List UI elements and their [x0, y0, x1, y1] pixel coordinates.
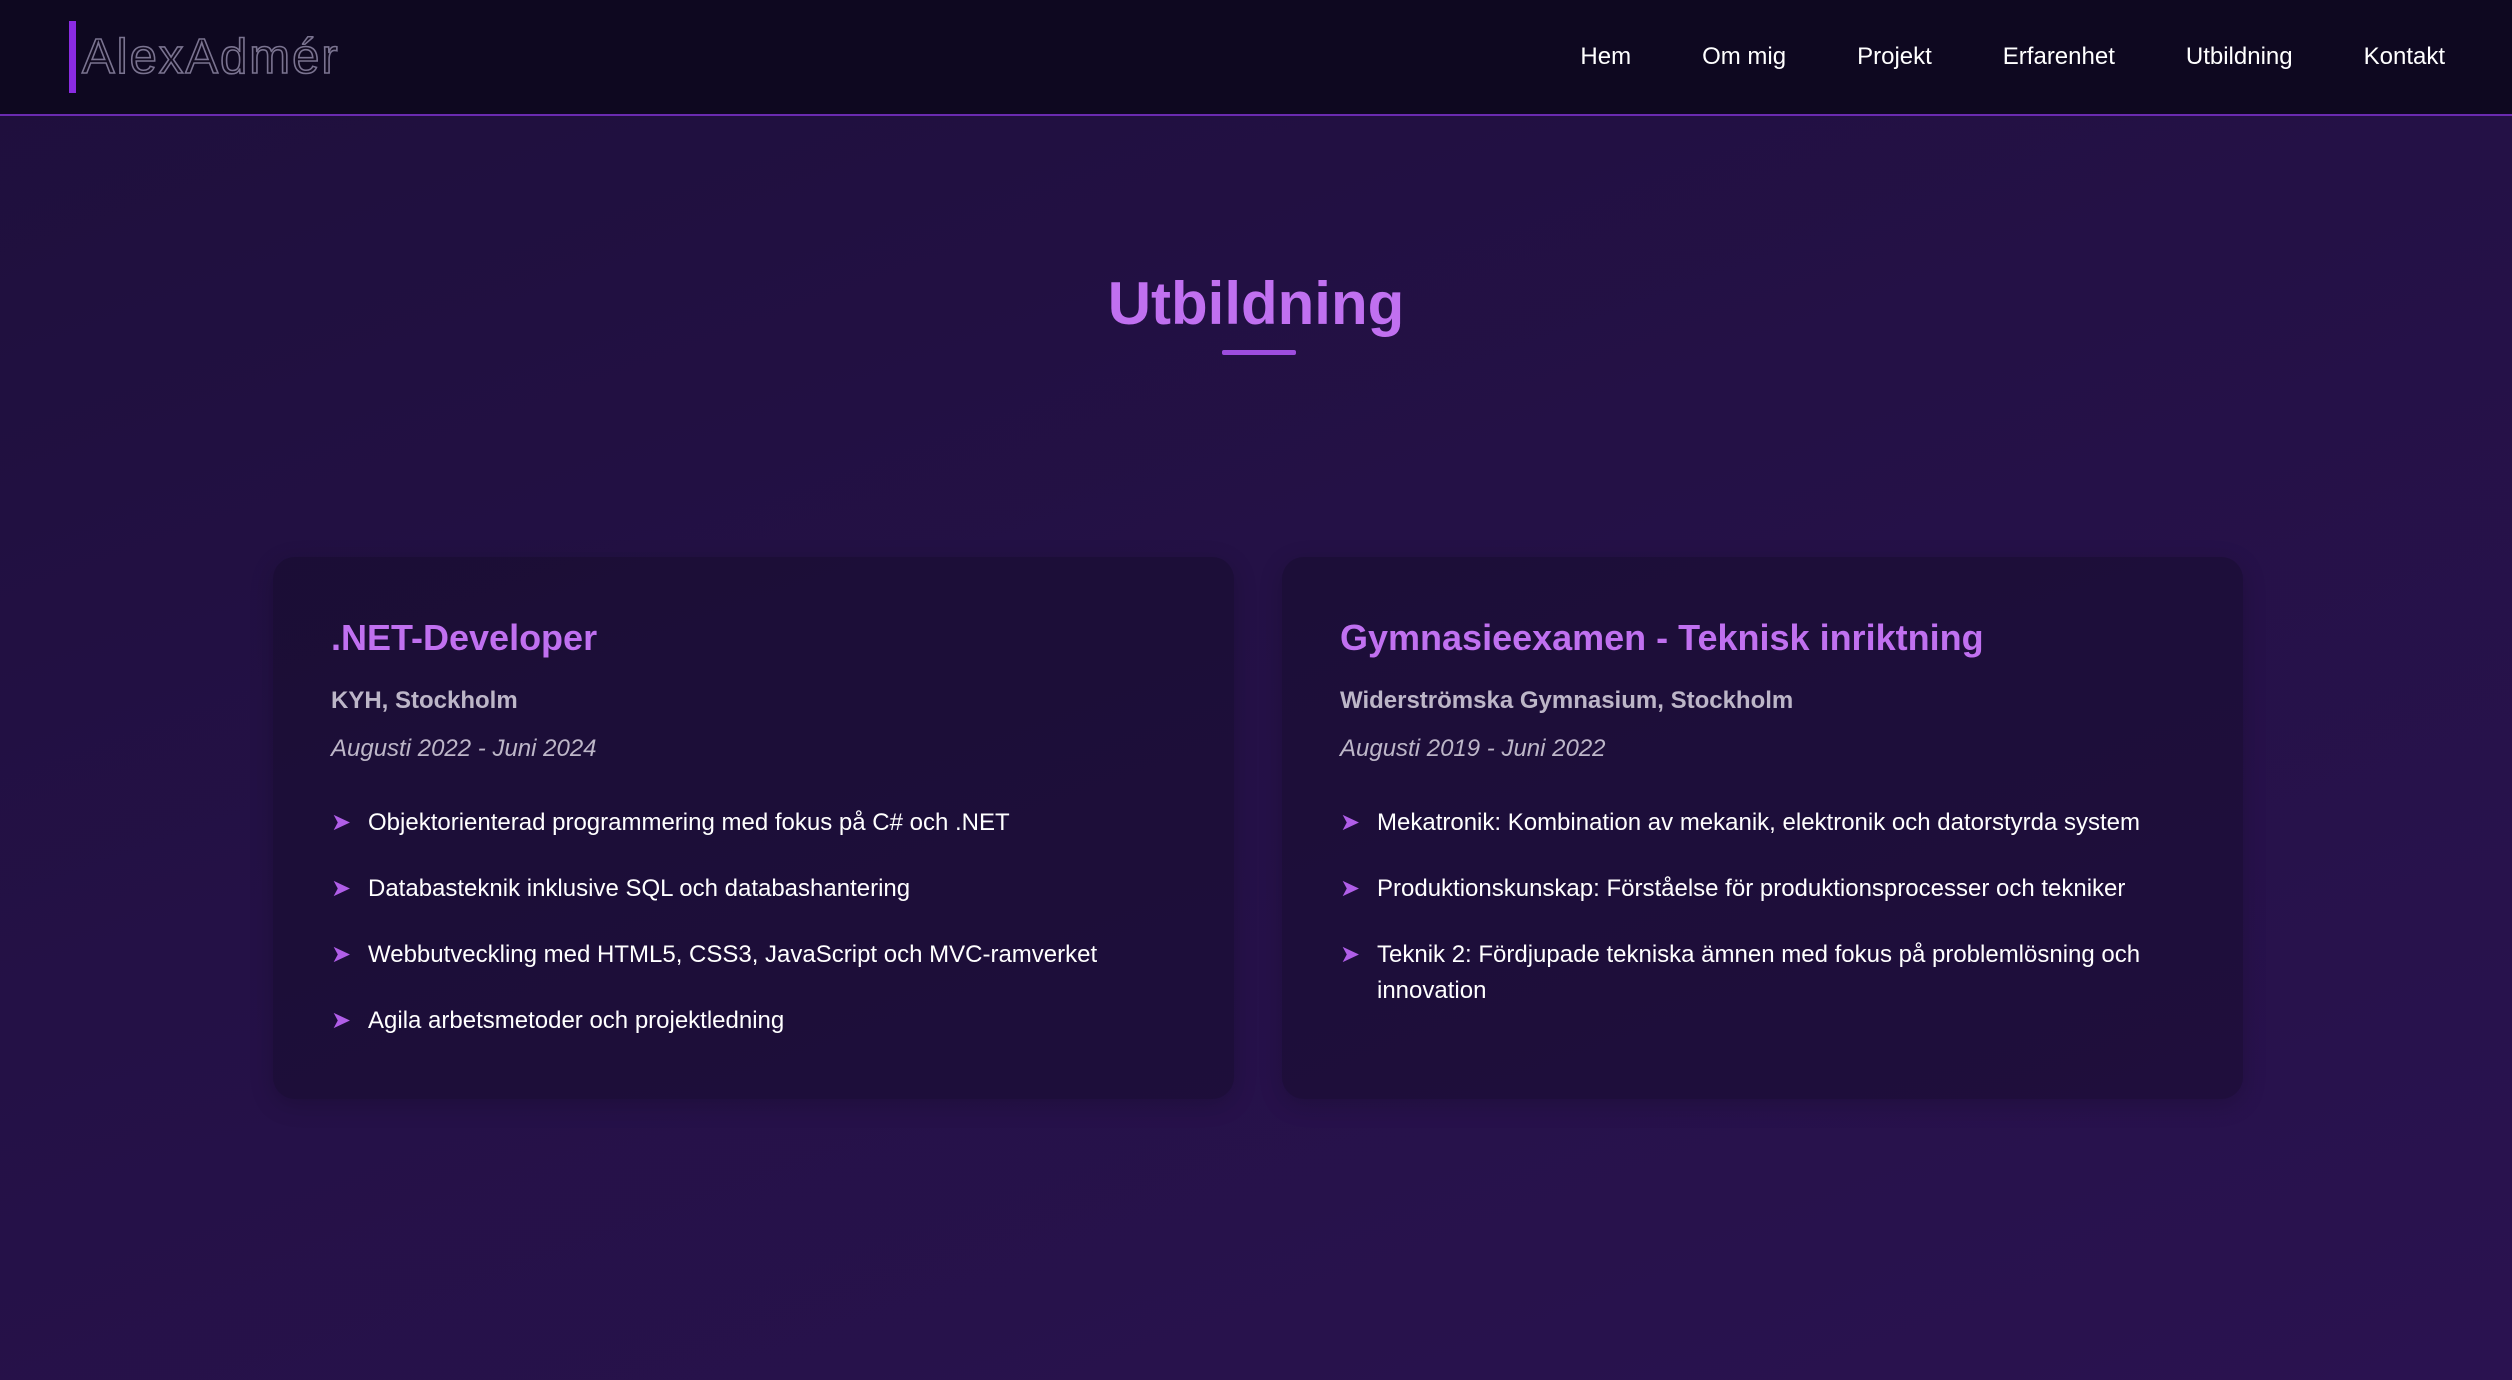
list-item-text: Teknik 2: Fördjupade tekniska ämnen med … [1377, 941, 2141, 1004]
list-item-text: Objektorienterad programmering med fokus… [368, 809, 1010, 836]
list-item-text: Mekatronik: Kombination av mekanik, elek… [1377, 809, 2140, 836]
list-item-text: Webbutveckling med HTML5, CSS3, JavaScri… [368, 941, 1098, 968]
arrow-right-icon: ➤ [331, 875, 352, 902]
logo-text: AlexAdmér [81, 29, 340, 84]
arrow-right-icon: ➤ [331, 941, 352, 968]
arrow-right-icon: ➤ [331, 1007, 352, 1034]
logo[interactable]: AlexAdmér [69, 21, 340, 93]
nav-link-om-mig[interactable]: Om mig [1702, 43, 1786, 71]
education-dates: Augusti 2019 - Juni 2022 [1340, 735, 1606, 762]
list-item: ➤ Produktionskunskap: Förståelse för pro… [1340, 871, 2185, 907]
arrow-right-icon: ➤ [1340, 809, 1361, 836]
list-item-text: Databasteknik inklusive SQL och databash… [368, 875, 911, 902]
title-underline [1222, 350, 1296, 355]
section-title: Utbildning [1107, 270, 1405, 337]
nav-link-kontakt[interactable]: Kontakt [2364, 43, 2445, 71]
education-list: ➤ Objektorienterad programmering med fok… [331, 805, 1176, 1039]
education-school: KYH, Stockholm [331, 687, 518, 714]
main-nav: Hem Om mig Projekt Erfarenhet Utbildning… [1580, 43, 2445, 71]
education-card: Gymnasieexamen - Teknisk inriktning Wide… [1282, 557, 2243, 1099]
list-item: ➤ Mekatronik: Kombination av mekanik, el… [1340, 805, 2185, 841]
list-item-text: Produktionskunskap: Förståelse för produ… [1377, 875, 2126, 902]
education-title: Gymnasieexamen - Teknisk inriktning [1340, 617, 1984, 658]
nav-link-utbildning[interactable]: Utbildning [2186, 43, 2293, 71]
arrow-right-icon: ➤ [331, 809, 352, 836]
list-item: ➤ Webbutveckling med HTML5, CSS3, JavaSc… [331, 937, 1176, 973]
education-card: .NET-Developer KYH, Stockholm Augusti 20… [273, 557, 1234, 1099]
nav-link-erfarenhet[interactable]: Erfarenhet [2003, 43, 2115, 71]
arrow-right-icon: ➤ [1340, 941, 1361, 968]
nav-link-projekt[interactable]: Projekt [1857, 43, 1932, 71]
site-header: AlexAdmér Hem Om mig Projekt Erfarenhet … [0, 0, 2512, 116]
list-item: ➤ Agila arbetsmetoder och projektledning [331, 1003, 1176, 1039]
list-item: ➤ Objektorienterad programmering med fok… [331, 805, 1176, 841]
education-title: .NET-Developer [331, 617, 598, 658]
education-school: Widerströmska Gymnasium, Stockholm [1340, 687, 1794, 714]
arrow-right-icon: ➤ [1340, 875, 1361, 902]
list-item-text: Agila arbetsmetoder och projektledning [368, 1007, 785, 1034]
logo-accent-bar [69, 21, 76, 93]
list-item: ➤ Databasteknik inklusive SQL och databa… [331, 871, 1176, 907]
nav-link-hem[interactable]: Hem [1580, 43, 1631, 71]
education-list: ➤ Mekatronik: Kombination av mekanik, el… [1340, 805, 2185, 1009]
list-item: ➤ Teknik 2: Fördjupade tekniska ämnen me… [1340, 937, 2185, 1009]
education-dates: Augusti 2022 - Juni 2024 [331, 735, 597, 762]
